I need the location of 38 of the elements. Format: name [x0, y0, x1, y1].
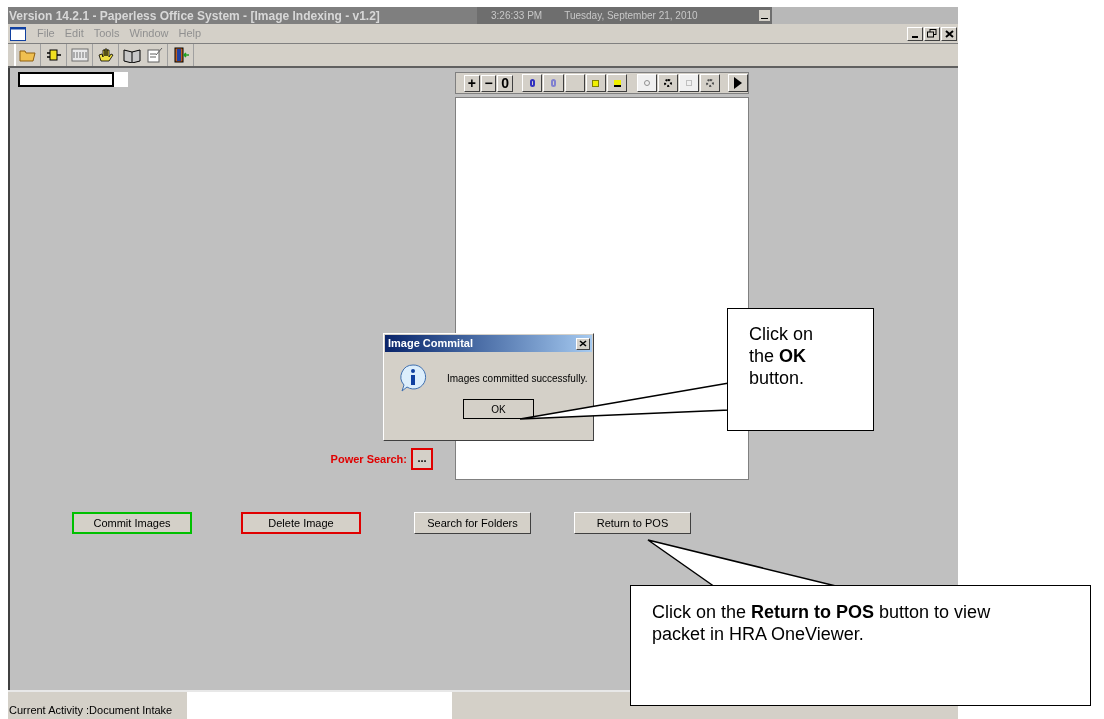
status-text: Current Activity :Document Intake — [8, 702, 174, 718]
fit-page-icon[interactable] — [585, 74, 607, 92]
contrast-down-icon[interactable] — [678, 74, 700, 92]
power-search-label: Power Search: — [330, 451, 407, 467]
clock-date: Tuesday, September 21, 2010 — [564, 9, 698, 23]
restore-button[interactable] — [924, 26, 940, 41]
close-icon — [579, 340, 587, 347]
text-field[interactable] — [18, 72, 114, 87]
close-button[interactable] — [576, 337, 590, 350]
callout-text: Click on the Return to POS button to view packet in HRA OneViewer. — [652, 601, 992, 645]
rotate-right-icon[interactable] — [543, 74, 564, 92]
zoom-button[interactable]: − — [480, 74, 497, 92]
fit-width-icon[interactable] — [607, 74, 628, 92]
power-search-button[interactable]: ... — [411, 448, 433, 470]
window-title: Version 14.2.1 - Paperless Office System - [Image Indexing - v1.2] — [8, 7, 381, 25]
dialog-title: Image Commital — [388, 336, 473, 352]
close-icon — [944, 29, 954, 38]
action-button[interactable]: Delete Image — [241, 512, 361, 534]
action-button[interactable]: Return to POS — [574, 512, 691, 534]
play-icon[interactable] — [727, 74, 748, 92]
sun-icon[interactable] — [657, 74, 678, 92]
ok-button[interactable]: OK — [463, 399, 534, 419]
brightness-down-icon[interactable] — [636, 74, 657, 92]
rotate-left-icon[interactable] — [522, 74, 543, 92]
dialog-message: Images committed successfully. — [447, 371, 588, 386]
zoom-button[interactable]: + — [464, 74, 480, 92]
zoom-button[interactable]: 0 — [497, 74, 513, 92]
minimize-button[interactable] — [759, 10, 770, 21]
action-button[interactable]: Commit Images — [72, 512, 192, 534]
callout-text: Click on the OK button. — [749, 323, 815, 389]
clock-time: 3:26:33 PM — [491, 9, 543, 23]
play-triangle-icon — [733, 77, 742, 89]
close-button[interactable] — [941, 26, 957, 41]
sun-icon[interactable] — [700, 74, 721, 92]
window-icon — [10, 26, 26, 41]
action-button[interactable]: Search for Folders — [414, 512, 531, 534]
info-icon — [398, 363, 428, 393]
minimize-button[interactable] — [907, 26, 923, 41]
